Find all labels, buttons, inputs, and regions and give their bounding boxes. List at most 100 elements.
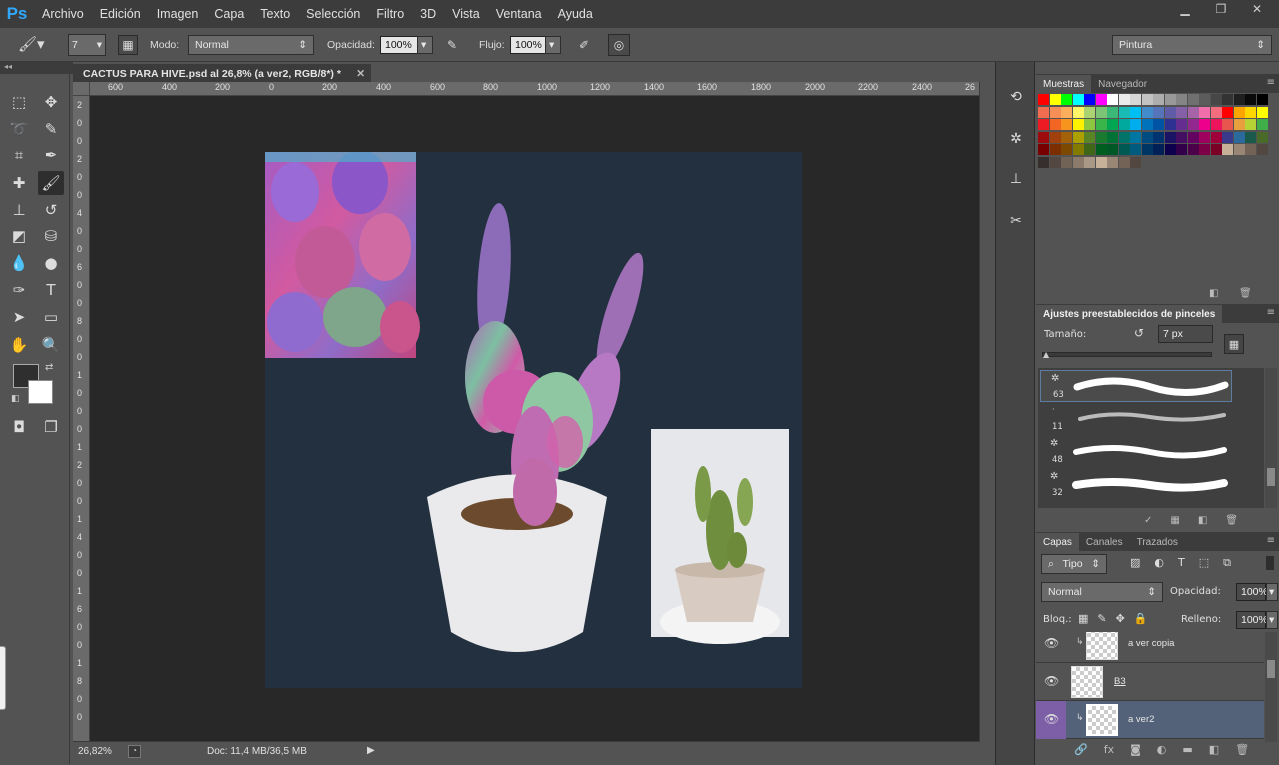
- color-swatch[interactable]: [1118, 131, 1130, 143]
- color-swatch[interactable]: [1072, 94, 1084, 105]
- color-swatch[interactable]: [1084, 131, 1095, 143]
- vertical-scrollbar[interactable]: [979, 82, 995, 742]
- tab-capas[interactable]: Capas: [1036, 533, 1079, 551]
- color-swatch[interactable]: [1164, 131, 1176, 143]
- color-swatch[interactable]: [1153, 94, 1164, 105]
- color-swatch[interactable]: [1084, 119, 1095, 130]
- background-color-swatch[interactable]: [28, 380, 53, 404]
- paint-bucket-icon[interactable]: ⛁: [38, 224, 64, 248]
- color-swatch[interactable]: [1199, 94, 1210, 105]
- color-swatch[interactable]: [1130, 131, 1141, 143]
- color-swatch[interactable]: [1256, 144, 1268, 155]
- panel-menu-icon[interactable]: ≡: [1267, 77, 1275, 88]
- color-swatch[interactable]: [1222, 131, 1233, 143]
- color-swatch[interactable]: [1176, 144, 1187, 155]
- color-swatch[interactable]: [1072, 106, 1084, 118]
- color-swatch[interactable]: [1095, 156, 1107, 168]
- fill-dropdown[interactable]: ▾: [1266, 611, 1278, 629]
- color-swatch[interactable]: [1084, 144, 1095, 155]
- color-swatch[interactable]: [1049, 144, 1061, 155]
- color-swatch[interactable]: [1049, 94, 1061, 105]
- color-swatch[interactable]: [1141, 144, 1153, 155]
- flow-dropdown[interactable]: ▾: [545, 36, 561, 54]
- brush-panel-icon[interactable]: ✲: [1002, 126, 1030, 152]
- tab-trazados[interactable]: Trazados: [1130, 533, 1185, 551]
- add-mask-icon[interactable]: ◙: [1130, 743, 1141, 756]
- color-swatch[interactable]: [1153, 106, 1164, 118]
- color-swatch[interactable]: [1153, 144, 1164, 155]
- color-swatch[interactable]: [1199, 144, 1210, 155]
- color-swatch[interactable]: [1130, 94, 1141, 105]
- color-swatch[interactable]: [1141, 119, 1153, 130]
- brush-preset-63[interactable]: ✲ 63: [1040, 370, 1232, 402]
- color-swatch[interactable]: [1210, 119, 1222, 130]
- color-swatch[interactable]: [1095, 144, 1107, 155]
- restore-icon[interactable]: ❐: [1207, 2, 1235, 18]
- color-swatch[interactable]: [1061, 119, 1072, 130]
- color-swatch[interactable]: [1061, 94, 1072, 105]
- color-swatch[interactable]: [1245, 131, 1256, 143]
- tab-canales[interactable]: Canales: [1079, 533, 1130, 551]
- lock-transparency-icon[interactable]: ▦: [1078, 612, 1088, 625]
- crop-tool-icon[interactable]: ⌗: [6, 143, 32, 167]
- color-swatch[interactable]: [1049, 106, 1061, 118]
- color-swatch[interactable]: [1222, 94, 1233, 105]
- document-canvas[interactable]: [265, 152, 802, 688]
- slider-thumb-icon[interactable]: ▲: [1043, 350, 1049, 359]
- color-swatch[interactable]: [1199, 106, 1210, 118]
- delete-brush-icon[interactable]: 🗑: [1225, 515, 1238, 526]
- color-swatch[interactable]: [1038, 131, 1049, 143]
- color-swatch[interactable]: [1233, 119, 1245, 130]
- color-swatch[interactable]: [1164, 119, 1176, 130]
- default-colors-icon[interactable]: ◧: [11, 394, 20, 404]
- color-swatch[interactable]: [1245, 106, 1256, 118]
- color-swatch[interactable]: [1245, 94, 1256, 105]
- dodge-tool-icon[interactable]: ●: [38, 251, 64, 275]
- brush-preset-48[interactable]: ✲ 48: [1040, 436, 1232, 468]
- color-swatch[interactable]: [1107, 106, 1118, 118]
- visibility-eye-icon[interactable]: 👁: [1044, 712, 1059, 726]
- lock-paint-icon[interactable]: ✎: [1097, 612, 1106, 625]
- layer-row[interactable]: 👁 ↳ a ver copia: [1036, 632, 1264, 663]
- lock-position-icon[interactable]: ✥: [1116, 612, 1125, 625]
- close-icon[interactable]: ✕: [1243, 2, 1271, 18]
- color-swatch[interactable]: [1210, 106, 1222, 118]
- screen-mode-icon[interactable]: ❐: [38, 415, 64, 439]
- color-swatch[interactable]: [1095, 131, 1107, 143]
- color-swatch[interactable]: [1153, 119, 1164, 130]
- status-menu-arrow-icon[interactable]: ▶: [367, 745, 375, 756]
- color-swatch[interactable]: [1107, 144, 1118, 155]
- color-swatch[interactable]: [1141, 131, 1153, 143]
- layers-list[interactable]: 👁 ↳ a ver copia 👁 B3 👁 ↳ a ver2: [1036, 632, 1264, 742]
- mode-select[interactable]: Normal ⇕: [188, 35, 314, 55]
- color-swatch[interactable]: [1038, 144, 1049, 155]
- blur-tool-icon[interactable]: 💧: [6, 251, 32, 275]
- quick-mask-icon[interactable]: ◘: [6, 415, 32, 439]
- swap-colors-icon[interactable]: ⇄: [45, 362, 53, 373]
- color-swatch[interactable]: [1233, 144, 1245, 155]
- brush-panel-icon[interactable]: ▦: [1224, 334, 1244, 354]
- color-swatch[interactable]: [1187, 94, 1199, 105]
- toolbar-collapse-icon[interactable]: ◂◂: [0, 62, 73, 74]
- filter-type-icon[interactable]: T: [1178, 556, 1185, 570]
- delete-swatch-icon[interactable]: 🗑: [1239, 288, 1252, 299]
- color-swatch[interactable]: [1061, 106, 1072, 118]
- color-swatch[interactable]: [1107, 119, 1118, 130]
- color-swatch[interactable]: [1210, 94, 1222, 105]
- color-swatch[interactable]: [1118, 94, 1130, 105]
- layer-blend-mode[interactable]: Normal ⇕: [1041, 582, 1163, 602]
- new-swatch-icon[interactable]: ◧: [1209, 288, 1218, 299]
- canvas-workspace[interactable]: [90, 96, 979, 741]
- color-swatch[interactable]: [1210, 144, 1222, 155]
- eraser-icon[interactable]: ◩: [6, 224, 32, 248]
- brush-panel-toggle-icon[interactable]: ▦: [118, 35, 138, 55]
- color-swatch[interactable]: [1210, 131, 1222, 143]
- filter-shape-icon[interactable]: ⬚: [1199, 556, 1209, 570]
- color-swatch[interactable]: [1118, 106, 1130, 118]
- tablet-pressure-opacity-icon[interactable]: ✎: [442, 35, 462, 55]
- color-swatch[interactable]: [1233, 106, 1245, 118]
- new-layer-icon[interactable]: ◧: [1209, 743, 1219, 756]
- fill-input[interactable]: 100%: [1236, 611, 1268, 629]
- color-swatch[interactable]: [1118, 144, 1130, 155]
- brush-tool-icon[interactable]: 🖌: [38, 171, 64, 195]
